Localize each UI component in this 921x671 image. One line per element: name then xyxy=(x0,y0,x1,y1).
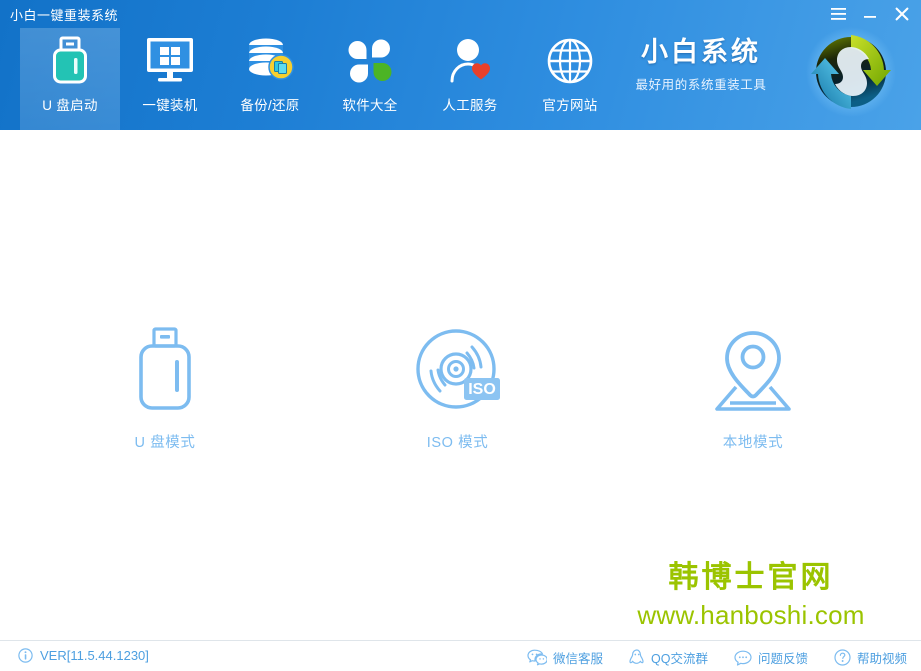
footer-bar: VER[11.5.44.1230] 微信客服 QQ交流群 问题反馈 帮助视频 xyxy=(0,640,921,671)
footer-link-wechat[interactable]: 微信客服 xyxy=(527,648,603,667)
nav-label-website: 官方网站 xyxy=(542,98,598,113)
nav-label-software: 软件大全 xyxy=(342,98,398,113)
brand-tagline: 最好用的系统重装工具 xyxy=(635,77,767,92)
brand-block: 小白系统 最好用的系统重装工具 xyxy=(611,37,791,93)
question-circle-icon xyxy=(834,649,851,666)
qq-penguin-icon xyxy=(629,648,644,664)
mode-usb[interactable]: U 盘模式 xyxy=(0,325,330,452)
footer-link-label-feedback: 问题反馈 xyxy=(757,652,808,666)
app-window: 小白一键重装系统 U 盘启动 一键装机 备份/还原 软件大全 人工服务 官方网站… xyxy=(0,0,921,671)
info-icon xyxy=(18,648,33,663)
footer-link-feedback[interactable]: 问题反馈 xyxy=(734,648,808,667)
watermark-url: www.hanboshi.com xyxy=(637,600,865,630)
main-content: U 盘模式 ISO ISO 模式 本地模式 韩博士官网 www.hanboshi… xyxy=(0,130,921,640)
footer-links: 微信客服 QQ交流群 问题反馈 帮助视频 xyxy=(527,648,907,667)
person-heart-icon xyxy=(447,36,493,86)
minimize-button[interactable] xyxy=(857,2,883,26)
nav-item-backup[interactable]: 备份/还原 xyxy=(220,28,320,130)
mode-iso[interactable]: ISO ISO 模式 xyxy=(330,325,585,452)
mode-label-iso: ISO 模式 xyxy=(426,435,489,451)
nav-item-support[interactable]: 人工服务 xyxy=(420,28,520,130)
globe-icon xyxy=(546,36,594,86)
footer-link-label-help: 帮助视频 xyxy=(856,652,907,666)
monitor-windows-icon xyxy=(144,36,196,86)
clover-icon xyxy=(347,36,393,86)
nav-item-software[interactable]: 软件大全 xyxy=(320,28,420,130)
app-title: 小白一键重装系统 xyxy=(10,8,119,23)
footer-link-label-wechat: 微信客服 xyxy=(553,652,604,666)
disc-iso-icon: ISO xyxy=(414,325,502,417)
window-controls xyxy=(825,2,915,26)
watermark: 韩博士官网 www.hanboshi.com xyxy=(601,560,901,631)
brand-name: 小白系统 xyxy=(641,37,761,67)
chat-bubble-icon xyxy=(734,650,752,666)
footer-link-label-qq-group: QQ交流群 xyxy=(651,652,708,666)
minimize-icon xyxy=(864,16,876,18)
nav-item-usb-boot[interactable]: U 盘启动 xyxy=(20,28,120,130)
iso-badge-text: ISO xyxy=(468,381,496,398)
watermark-title: 韩博士官网 xyxy=(668,561,834,594)
nav-label-backup: 备份/还原 xyxy=(240,98,300,113)
footer-link-help[interactable]: 帮助视频 xyxy=(834,648,907,667)
nav-label-usb-boot: U 盘启动 xyxy=(42,98,98,113)
hamburger-icon xyxy=(830,8,846,20)
recycle-badge-logo xyxy=(805,26,897,118)
version-info: VER[11.5.44.1230] xyxy=(18,648,149,663)
usb-flash-outline-icon xyxy=(134,325,196,417)
menu-button[interactable] xyxy=(825,2,851,26)
close-button[interactable] xyxy=(889,2,915,26)
version-text: VER[11.5.44.1230] xyxy=(40,648,149,663)
mode-label-usb: U 盘模式 xyxy=(134,435,196,451)
nav-label-support: 人工服务 xyxy=(442,98,498,113)
footer-link-qq-group[interactable]: QQ交流群 xyxy=(629,648,708,667)
database-restore-icon xyxy=(245,36,295,86)
mode-local[interactable]: 本地模式 xyxy=(585,325,921,452)
close-icon xyxy=(895,7,909,21)
main-nav: U 盘启动 一键装机 备份/还原 软件大全 人工服务 官方网站 xyxy=(20,28,620,130)
wechat-icon xyxy=(527,649,547,666)
usb-drive-icon xyxy=(49,36,91,86)
nav-label-one-key: 一键装机 xyxy=(142,98,198,113)
mode-label-local: 本地模式 xyxy=(722,435,784,451)
nav-item-one-key[interactable]: 一键装机 xyxy=(120,28,220,130)
nav-item-website[interactable]: 官方网站 xyxy=(520,28,620,130)
mode-list: U 盘模式 ISO ISO 模式 本地模式 xyxy=(0,325,921,452)
header-bar: 小白一键重装系统 U 盘启动 一键装机 备份/还原 软件大全 人工服务 官方网站… xyxy=(0,0,921,130)
map-pin-icon xyxy=(710,325,796,417)
title-bar: 小白一键重装系统 xyxy=(0,0,921,28)
